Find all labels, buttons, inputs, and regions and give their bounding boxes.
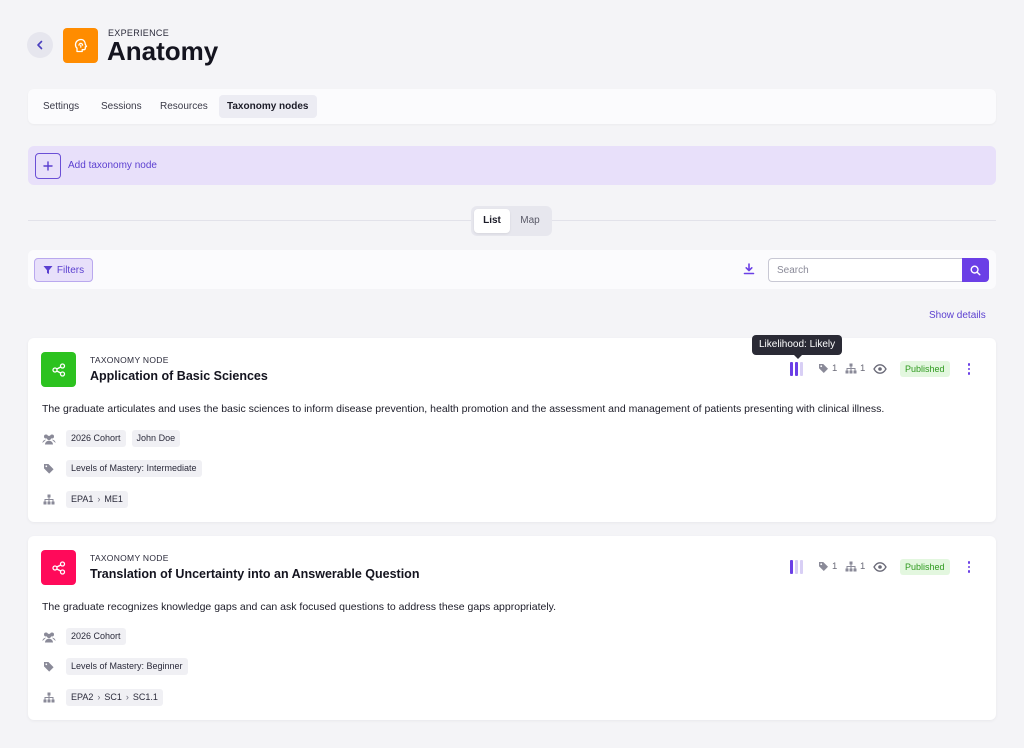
brain-icon	[74, 38, 87, 52]
users-icon	[42, 630, 56, 644]
filters-button[interactable]: Filters	[34, 258, 93, 282]
node-path-row: EPA2 › SC1 › SC1.1	[42, 689, 163, 706]
tag-count: 1	[818, 363, 837, 374]
search-button[interactable]	[962, 258, 989, 282]
tag-count: 1	[818, 561, 837, 572]
share-nodes-icon	[41, 550, 76, 585]
likelihood-bar	[795, 362, 798, 376]
likelihood-bar	[795, 560, 798, 574]
more-options-icon[interactable]	[962, 361, 976, 377]
path-breadcrumb: EPA1 › ME1	[66, 491, 128, 508]
node-title[interactable]: Application of Basic Sciences	[90, 369, 268, 383]
filter-icon	[43, 266, 53, 274]
filters-label: Filters	[56, 264, 85, 276]
node-type-label: TAXONOMY NODE	[90, 355, 169, 365]
eye-icon[interactable]	[873, 560, 887, 574]
tag-chip: Levels of Mastery: Intermediate	[66, 460, 202, 477]
map-view-button[interactable]: Map	[512, 209, 548, 233]
filter-bar: Filters	[28, 250, 996, 289]
plus-icon	[35, 153, 61, 179]
node-description: The graduate articulates and uses the ba…	[42, 403, 885, 415]
group-chip: John Doe	[131, 430, 181, 447]
hierarchy-count: 1	[845, 561, 865, 572]
likelihood-tooltip: Likelihood: Likely	[752, 335, 843, 355]
node-title[interactable]: Translation of Uncertainty into an Answe…	[90, 567, 419, 581]
likelihood-bar	[790, 362, 793, 376]
page-title: Anatomy	[107, 36, 219, 66]
tab-taxonomy-nodes[interactable]: Taxonomy nodes	[219, 95, 317, 118]
node-groups-row: 2026 Cohort John Doe	[42, 430, 181, 447]
tab-sessions[interactable]: Sessions	[93, 95, 150, 118]
node-type-label: TAXONOMY NODE	[90, 553, 169, 563]
likelihood-bar	[800, 560, 803, 574]
add-taxonomy-node-button[interactable]: Add taxonomy node	[28, 146, 996, 185]
list-view-button[interactable]: List	[474, 209, 510, 233]
more-options-icon[interactable]	[962, 559, 976, 575]
status-badge: Published	[900, 361, 950, 377]
tag-chip: Levels of Mastery: Beginner	[66, 658, 188, 675]
hierarchy-count: 1	[845, 363, 865, 374]
status-badge: Published	[900, 559, 950, 575]
chevron-right-icon: ›	[97, 494, 101, 504]
likelihood-indicator[interactable]	[790, 560, 806, 574]
experience-icon	[63, 28, 98, 63]
node-tags-row: Levels of Mastery: Beginner	[42, 658, 188, 675]
sitemap-icon	[845, 363, 857, 374]
node-description: The graduate recognizes knowledge gaps a…	[42, 601, 557, 613]
eye-icon[interactable]	[873, 362, 887, 376]
share-nodes-icon	[41, 352, 76, 387]
taxonomy-node-card[interactable]: TAXONOMY NODE Application of Basic Scien…	[28, 338, 996, 522]
show-details-link[interactable]: Show details	[929, 310, 986, 321]
chevron-right-icon: ›	[97, 692, 101, 702]
tag-icon	[819, 364, 828, 373]
search-icon	[970, 264, 981, 275]
back-button[interactable]	[27, 32, 53, 58]
tab-settings[interactable]: Settings	[35, 95, 87, 118]
download-icon[interactable]	[742, 262, 756, 276]
chevron-left-icon	[37, 40, 43, 50]
likelihood-indicator[interactable]	[790, 362, 806, 376]
path-breadcrumb: EPA2 › SC1 › SC1.1	[66, 689, 163, 706]
node-path-row: EPA1 › ME1	[42, 491, 128, 508]
add-taxonomy-node-label: Add taxonomy node	[68, 160, 157, 171]
likelihood-bar	[790, 560, 793, 574]
tags-icon	[42, 462, 56, 476]
tab-resources[interactable]: Resources	[152, 95, 216, 118]
group-chip: 2026 Cohort	[66, 628, 126, 645]
sitemap-icon	[845, 561, 857, 572]
node-tags-row: Levels of Mastery: Intermediate	[42, 460, 202, 477]
tooltip-arrow	[793, 354, 803, 359]
tags-icon	[42, 660, 56, 674]
likelihood-bar	[800, 362, 803, 376]
search-input[interactable]	[768, 258, 963, 282]
users-icon	[42, 432, 56, 446]
sitemap-icon	[42, 493, 56, 507]
group-chip: 2026 Cohort	[66, 430, 126, 447]
taxonomy-node-card[interactable]: TAXONOMY NODE Translation of Uncertainty…	[28, 536, 996, 720]
tab-bar: Settings Sessions Resources Taxonomy nod…	[28, 89, 996, 124]
tag-icon	[819, 562, 828, 571]
node-groups-row: 2026 Cohort	[42, 628, 126, 645]
view-toggle: List Map	[471, 206, 552, 236]
chevron-right-icon: ›	[125, 692, 129, 702]
sitemap-icon	[42, 691, 56, 705]
